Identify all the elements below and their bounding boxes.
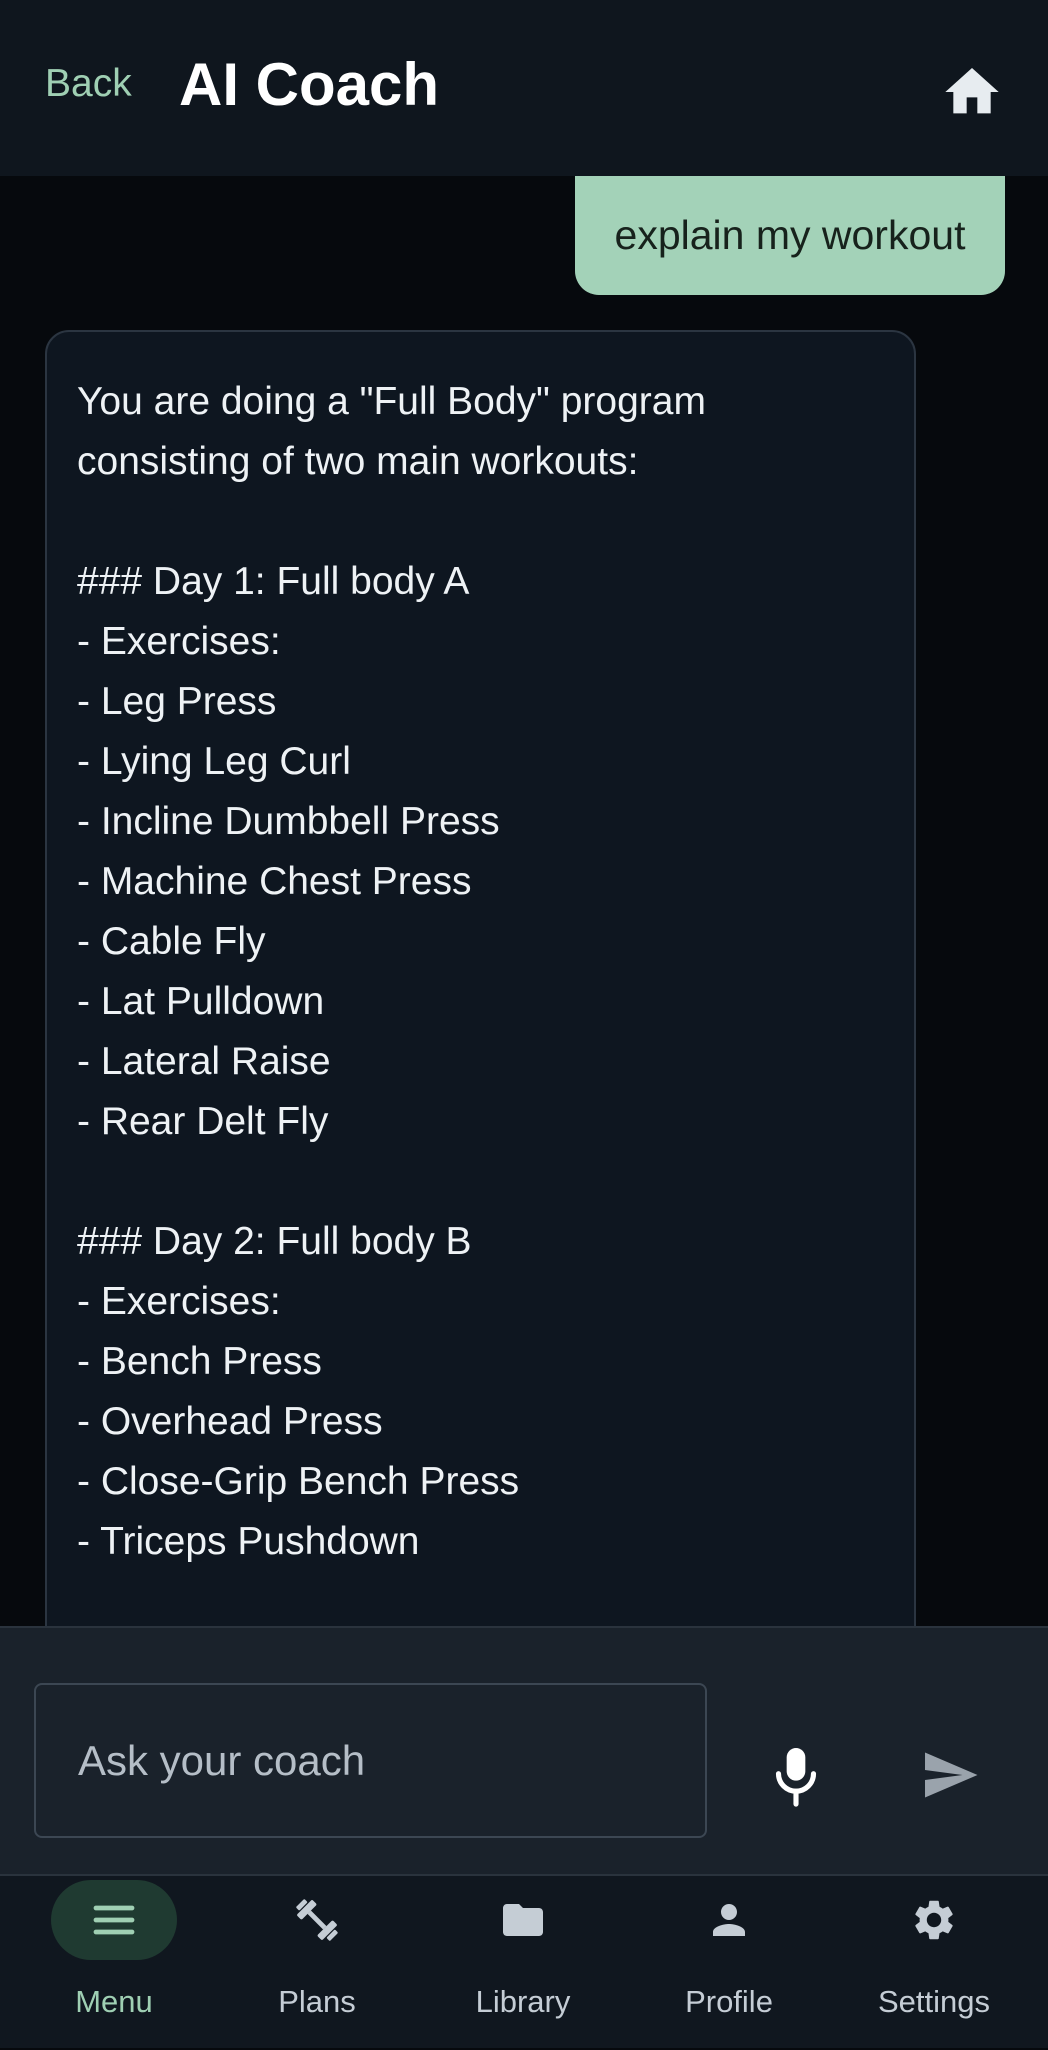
send-icon[interactable] [918, 1745, 982, 1805]
ai-message-bubble: You are doing a "Full Body" program cons… [45, 330, 916, 1626]
dumbbell-icon [296, 1899, 338, 1941]
nav-item-menu[interactable]: Menu [29, 1876, 199, 2050]
nav-item-library[interactable]: Library [438, 1876, 608, 2050]
nav-item-label: Library [475, 1984, 571, 2019]
nav-item-label: Plans [278, 1984, 356, 2019]
folder-icon [503, 1904, 543, 1936]
microphone-icon[interactable] [768, 1742, 824, 1810]
home-icon[interactable] [940, 60, 1004, 124]
nav-item-label: Settings [877, 1984, 990, 2019]
back-button[interactable]: Back [45, 62, 132, 106]
person-icon [713, 1904, 745, 1936]
menu-icon [93, 1905, 135, 1935]
ask-coach-input[interactable] [34, 1683, 707, 1838]
message-input-bar [0, 1626, 1048, 1874]
user-message-bubble: explain my workout [575, 176, 1005, 295]
user-message-text: explain my workout [614, 212, 966, 258]
app-header: Back AI Coach [0, 0, 1048, 176]
nav-item-plans[interactable]: Plans [232, 1876, 402, 2050]
page-title: AI Coach [179, 51, 440, 118]
nav-item-label: Menu [75, 1984, 153, 2019]
gear-icon [915, 1900, 953, 1940]
bottom-navigation: Menu Plans Library Profile Settings [0, 1874, 1048, 2048]
nav-item-profile[interactable]: Profile [644, 1876, 814, 2050]
chat-area: explain my workout You are doing a "Full… [0, 176, 1048, 1626]
nav-item-label: Profile [685, 1984, 773, 2019]
nav-item-settings[interactable]: Settings [849, 1876, 1019, 2050]
